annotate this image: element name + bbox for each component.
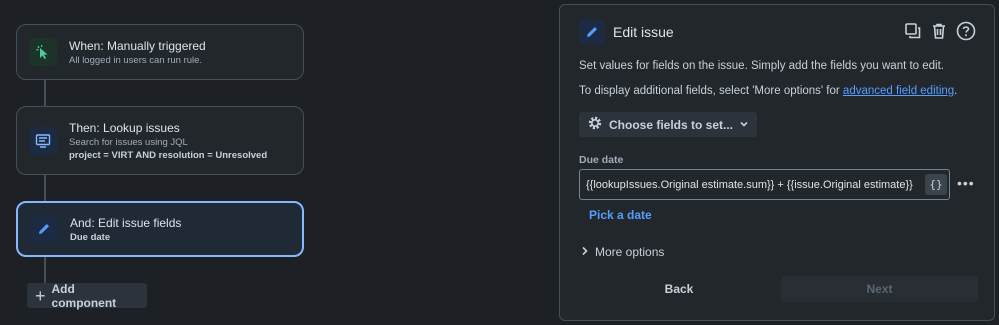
gear-icon [587,115,603,134]
due-date-input[interactable]: {{lookupIssues.Original estimate.sum}} +… [579,169,950,200]
flow-connector-2 [44,175,46,201]
help-icon[interactable] [956,21,976,44]
advanced-editing-hint: To display additional fields, select 'Mo… [579,85,957,97]
edit-fields-subtitle: Due date [70,231,111,243]
lookup-title: Then: Lookup issues [69,120,180,135]
hint-suffix: . [954,85,958,97]
edit-fields-title: And: Edit issue fields [70,215,182,230]
copy-icon[interactable] [904,22,922,43]
pencil-icon [30,215,58,243]
lookup-issues-card[interactable]: Then: Lookup issues Search for issues us… [16,106,304,175]
trash-icon[interactable] [930,22,948,43]
more-options-toggle[interactable]: More options [581,245,664,259]
edit-issue-fields-card[interactable]: And: Edit issue fields Due date [16,201,304,257]
panel-title: Edit issue [613,24,674,40]
add-component-button[interactable]: + Add component [27,281,147,310]
cursor-click-icon [29,38,57,66]
more-actions-icon[interactable]: ••• [957,175,975,191]
more-options-label: More options [595,245,665,259]
choose-fields-dropdown[interactable]: Choose fields to set... [579,112,758,137]
flow-connector-3 [44,257,46,284]
pencil-icon [579,19,605,45]
smart-value-button[interactable]: {} [925,174,947,195]
lookup-subtitle: Search for issues using JQL [69,136,188,148]
lookup-jql: project = VIRT AND resolution = Unresolv… [69,149,268,161]
trigger-card[interactable]: When: Manually triggered All logged in u… [16,24,304,80]
advanced-field-editing-link[interactable]: advanced field editing [843,85,954,97]
due-date-label: Due date [579,154,624,166]
trigger-subtitle: All logged in users can run rule. [69,54,203,66]
hint-prefix: To display additional fields, select 'Mo… [579,85,843,97]
edit-issue-panel: Edit issue Set values for fields on the … [559,4,995,321]
choose-fields-label: Choose fields to set... [609,117,734,132]
trigger-title: When: Manually triggered [69,38,206,53]
chevron-right-icon [581,245,589,259]
flow-connector-1 [44,80,46,106]
next-button[interactable]: Next [781,276,978,302]
monitor-list-icon [29,126,57,155]
chevron-down-icon [739,118,749,132]
panel-description: Set values for fields on the issue. Simp… [579,60,945,72]
due-date-value: {{lookupIssues.Original estimate.sum}} +… [586,178,913,191]
pick-a-date-link[interactable]: Pick a date [589,208,652,222]
back-button[interactable]: Back [579,277,779,301]
add-component-label: Add component [51,281,117,310]
plus-icon: + [35,285,46,306]
